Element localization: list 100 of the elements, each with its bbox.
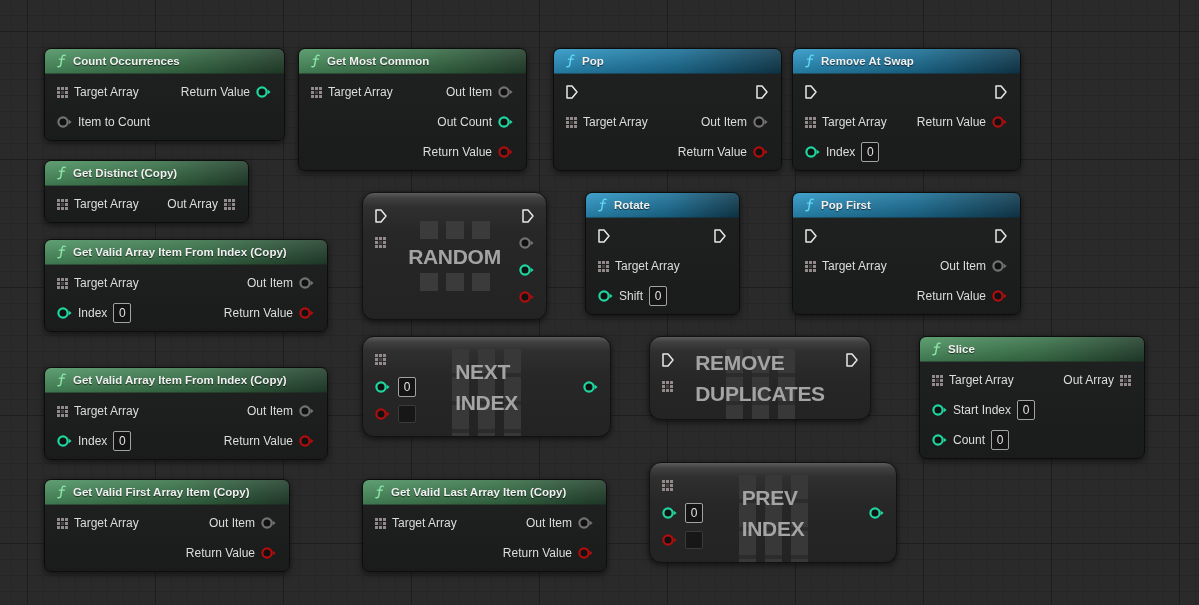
pin-label: Target Array [74, 276, 139, 290]
pin-label: Return Value [916, 289, 986, 303]
exec-pin-icon[interactable] [805, 229, 817, 243]
data-pin-icon[interactable] [57, 435, 72, 447]
value-field[interactable]: 0 [398, 376, 416, 397]
pin-label: Index [78, 306, 108, 320]
function-icon [57, 373, 66, 387]
array-pin-icon[interactable] [375, 517, 386, 529]
array-pin-icon[interactable] [57, 277, 68, 289]
array-pin-icon[interactable] [598, 260, 609, 272]
pin-label: Target Array [74, 404, 139, 418]
node-title: Get Distinct (Copy) [73, 167, 178, 179]
array-pin-icon[interactable] [932, 374, 943, 386]
pin-label: Return Value [422, 145, 492, 159]
exec-pin-icon[interactable] [805, 85, 817, 99]
pin-label: Return Value [916, 115, 986, 129]
node-title: RANDOM [408, 243, 501, 270]
pin-label: Return Value [185, 546, 255, 560]
pin-label: Out Item [526, 516, 572, 530]
exec-pin-icon[interactable] [714, 229, 726, 243]
pin-label: Return Value [180, 85, 250, 99]
pin-label: Out Item [209, 516, 255, 530]
pin-label: Count [953, 433, 986, 447]
array-pin-icon[interactable] [57, 86, 68, 98]
pin-label: Target Array [822, 115, 887, 129]
array-pin-icon[interactable] [566, 116, 577, 128]
exec-pin-icon[interactable] [756, 85, 768, 99]
node-title: Pop First [821, 199, 871, 211]
value-field[interactable]: 0 [113, 431, 132, 451]
node-title: Slice [948, 343, 975, 355]
checkbox[interactable] [685, 530, 703, 549]
data-pin-icon[interactable] [583, 380, 598, 393]
exec-pin-icon[interactable] [598, 229, 610, 243]
node-title: Get Valid Array Item From Index (Copy) [73, 374, 287, 386]
data-pin-icon[interactable] [57, 307, 72, 319]
pin-label: Target Array [949, 373, 1014, 387]
value-field[interactable]: 0 [113, 303, 132, 323]
node-title: Get Valid Last Array Item (Copy) [391, 486, 567, 498]
pin-label: Return Value [223, 434, 293, 448]
value-field[interactable]: 0 [991, 430, 1010, 450]
pin-label: Out Item [701, 115, 747, 129]
exec-pin-icon[interactable] [522, 208, 534, 223]
exec-pin-icon[interactable] [375, 208, 387, 223]
pin-label: Target Array [328, 85, 393, 99]
pin-label: Target Array [583, 115, 648, 129]
data-pin-icon[interactable] [598, 290, 613, 302]
checkbox[interactable] [398, 404, 416, 423]
value-field[interactable]: 0 [685, 502, 703, 523]
array-pin-icon[interactable] [662, 381, 673, 392]
exec-pin-icon[interactable] [995, 85, 1007, 99]
function-icon [932, 342, 941, 356]
data-pin-icon[interactable] [869, 506, 884, 519]
array-pin-icon[interactable] [375, 354, 386, 365]
data-pin-icon[interactable] [805, 146, 820, 158]
array-pin-icon[interactable] [375, 237, 386, 248]
exec-pin-icon[interactable] [995, 229, 1007, 243]
data-pin-icon[interactable] [256, 86, 271, 98]
data-pin-icon[interactable] [662, 506, 677, 519]
data-pin-icon[interactable] [519, 263, 534, 276]
function-icon [805, 198, 814, 212]
pin-label: Out Array [1063, 373, 1114, 387]
pin-label: Out Count [437, 115, 492, 129]
pin-label: Return Value [502, 546, 572, 560]
node-title: Pop [582, 55, 604, 67]
function-icon [375, 485, 384, 499]
node-title: Get Valid Array Item From Index (Copy) [73, 246, 287, 258]
array-pin-icon[interactable] [311, 86, 322, 98]
node-title: NEXT INDEX [455, 358, 518, 416]
exec-pin-icon[interactable] [662, 352, 674, 367]
value-field[interactable]: 0 [1017, 400, 1036, 420]
exec-pin-icon[interactable] [846, 352, 858, 367]
value-field[interactable]: 0 [649, 286, 667, 306]
array-pin-icon[interactable] [57, 198, 68, 210]
array-pin-icon[interactable] [57, 405, 68, 417]
pin-label: Out Item [247, 404, 293, 418]
node-title: Remove At Swap [821, 55, 914, 67]
data-pin-icon[interactable] [932, 434, 947, 446]
pin-label: Out Item [940, 259, 986, 273]
exec-pin-icon[interactable] [566, 85, 578, 99]
array-pin-icon[interactable] [224, 198, 235, 210]
pin-label: Target Array [822, 259, 887, 273]
pin-label: Index [826, 145, 856, 159]
pin-label: Return Value [677, 145, 747, 159]
array-pin-icon[interactable] [1120, 374, 1131, 386]
array-pin-icon[interactable] [805, 116, 816, 128]
array-pin-icon[interactable] [805, 260, 816, 272]
function-icon [311, 54, 320, 68]
data-pin-icon[interactable] [498, 116, 513, 128]
array-pin-icon[interactable] [57, 517, 68, 529]
value-field[interactable]: 0 [861, 142, 880, 162]
node-title: Get Valid First Array Item (Copy) [73, 486, 250, 498]
pin-label: Target Array [615, 259, 680, 273]
function-icon [57, 166, 66, 180]
data-pin-icon[interactable] [375, 380, 390, 393]
pin-label: Out Array [167, 197, 218, 211]
array-pin-icon[interactable] [662, 480, 673, 491]
node-title: PREV INDEX [741, 484, 805, 542]
function-icon [57, 485, 66, 499]
pin-label: Return Value [223, 306, 293, 320]
data-pin-icon[interactable] [932, 404, 947, 416]
